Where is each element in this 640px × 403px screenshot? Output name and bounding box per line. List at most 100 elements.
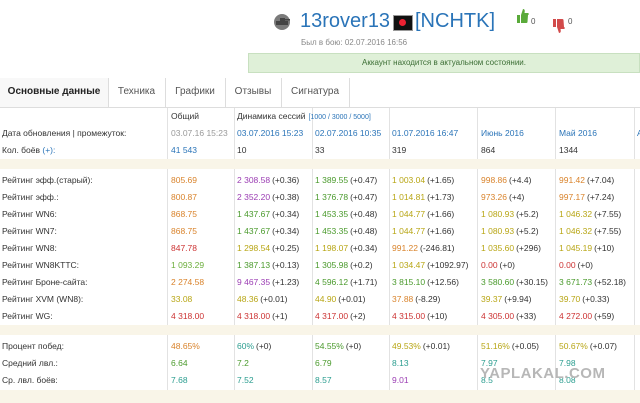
session-value-number: 8.57 (315, 375, 332, 385)
general-value: 2 274.58 (171, 277, 205, 287)
session-value-number: 6.79 (315, 358, 332, 368)
player-name[interactable]: 13rover13 (300, 10, 390, 33)
session-delta: (+1.66) (427, 226, 455, 236)
session-value-number: 50.67% (559, 341, 588, 351)
general-value: 33.08 (171, 294, 193, 304)
battles-plus-link[interactable]: (+): (42, 145, 55, 155)
session-delta: (+7.55) (594, 209, 622, 219)
session-value-number: 1 044.77 (392, 209, 426, 219)
session-value-number: 1 376.78 (315, 192, 349, 202)
session-value: 1 080.93 (+5.2) (481, 223, 553, 240)
date-col-3[interactable]: 01.07.2016 16:47 (392, 125, 476, 142)
tab-charts[interactable]: Графики (165, 78, 226, 107)
session-value: 1 044.77 (+1.66) (392, 206, 476, 223)
session-value-number: 2 352.20 (237, 192, 271, 202)
general-value: 847.78 (171, 243, 197, 253)
session-value-number: 37.88 (392, 294, 414, 304)
battles-row: Кол. боёв (+): 41 543 10 33 319 864 1344 (0, 142, 640, 159)
general-value: 7.68 (171, 375, 188, 385)
session-value: 9 467.35 (+1.23) (237, 274, 311, 291)
section-divider (0, 325, 640, 335)
session-value-number: 49.53% (392, 341, 421, 351)
sessions-range-link[interactable]: [1000 / 3000 / 5000] (309, 114, 371, 121)
session-delta: (-246.81) (420, 243, 455, 253)
table-header-row: Общий Динамика сессий [1000 / 3000 / 5000… (0, 108, 640, 125)
session-value-number: 51.16% (481, 341, 510, 351)
session-value: 1 003.04 (+1.65) (392, 172, 476, 189)
date-col-1[interactable]: 03.07.2016 15:23 (237, 125, 311, 142)
session-delta: (+0) (345, 341, 362, 351)
session-value: 1 014.81 (+1.73) (392, 189, 476, 206)
session-value: 0.00 (+0) (481, 257, 553, 274)
session-value: 3 671.73 (+52.18) (559, 274, 633, 291)
session-value-number: 1 045.19 (559, 243, 593, 253)
session-delta: (+0.07) (589, 341, 618, 351)
session-delta: (+1) (272, 311, 288, 321)
session-value: 1 035.60 (+296) (481, 240, 553, 257)
thumb-down-icon[interactable] (551, 18, 565, 34)
row-label: Средний лвл.: (2, 358, 58, 368)
session-value-number: 998.86 (481, 175, 507, 185)
session-value-number: 48.36 (237, 294, 259, 304)
session-value-number: 0.00 (559, 260, 576, 270)
session-delta: (+0) (499, 260, 515, 270)
session-delta: (+0.48) (350, 209, 378, 219)
session-value: 7.2 (237, 355, 311, 372)
session-value: 3 580.60 (+30.15) (481, 274, 553, 291)
session-value: 8.13 (392, 355, 476, 372)
general-value: 800.87 (171, 192, 197, 202)
session-value: 6.79 (315, 355, 389, 372)
session-value-number: 1 014.81 (392, 192, 426, 202)
thumb-up-icon[interactable] (515, 8, 529, 24)
tab-vehicles[interactable]: Техника (108, 78, 166, 107)
general-value: 48.65% (171, 341, 200, 351)
session-value-number: 39.70 (559, 294, 581, 304)
session-delta: (+0.48) (350, 226, 378, 236)
session-delta: (+33) (516, 311, 537, 321)
session-value: 0.00 (+0) (559, 257, 633, 274)
session-delta: (+0.34) (272, 209, 300, 219)
session-delta: (+30.15) (516, 277, 548, 287)
session-delta: (+1092.97) (427, 260, 469, 270)
session-value: 60% (+0) (237, 338, 311, 355)
session-delta: (+0.34) (272, 226, 300, 236)
session-value: 1 453.35 (+0.48) (315, 223, 389, 240)
tab-signature[interactable]: Сигнатура (281, 78, 350, 107)
session-delta: (+59) (594, 311, 615, 321)
session-value: 4 317.00 (+2) (315, 308, 389, 325)
table-row: Рейтинг Броне-сайта: 2 274.58 9 467.35 (+1.… (0, 274, 640, 291)
tab-reviews[interactable]: Отзывы (225, 78, 282, 107)
session-value-number: 7.52 (237, 375, 254, 385)
session-delta: (+2) (350, 311, 366, 321)
session-delta: (+0) (256, 341, 272, 351)
session-value-number: 0.00 (481, 260, 498, 270)
session-value-number: 44.90 (315, 294, 337, 304)
row-label: Рейтинг Броне-сайта: (2, 277, 88, 287)
date-col-4[interactable]: Июнь 2016 (481, 125, 553, 142)
session-value-number: 54.55% (315, 341, 344, 351)
general-value: 6.64 (171, 358, 188, 368)
session-value: 4 272.00 (+59) (559, 308, 633, 325)
battles-col-2: 33 (315, 145, 325, 155)
session-delta: (+4) (509, 192, 525, 202)
date-col-2[interactable]: 02.07.2016 10:35 (315, 125, 389, 142)
session-value: 9.01 (392, 372, 476, 389)
session-value: 1 198.07 (+0.34) (315, 240, 389, 257)
clan-tag[interactable]: [NCHTK] (415, 10, 495, 33)
table-row: Рейтинг WN7: 868.75 1 437.67 (+0.34) 1 453.3… (0, 223, 640, 240)
date-col-5[interactable]: Май 2016 (559, 125, 633, 142)
tab-main-data[interactable]: Основные данные (0, 78, 109, 107)
session-value: 51.16% (+0.05) (481, 338, 553, 355)
session-delta: (+9.94) (504, 294, 532, 304)
session-value-number: 1 387.13 (237, 260, 271, 270)
row-label: Рейтинг WN6: (2, 209, 57, 219)
session-value: 1 046.32 (+7.55) (559, 223, 633, 240)
general-value: 868.75 (171, 209, 197, 219)
session-delta: (+0.01) (260, 294, 288, 304)
session-value: 997.17 (+7.24) (559, 189, 633, 206)
table-row: Рейтинг эфф.(старый): 805.69 2 308.58 (+0.3… (0, 172, 640, 189)
battles-general: 41 543 (171, 145, 197, 155)
session-value: 54.55% (+0) (315, 338, 389, 355)
session-value-number: 7.2 (237, 358, 249, 368)
session-delta: (+296) (516, 243, 541, 253)
